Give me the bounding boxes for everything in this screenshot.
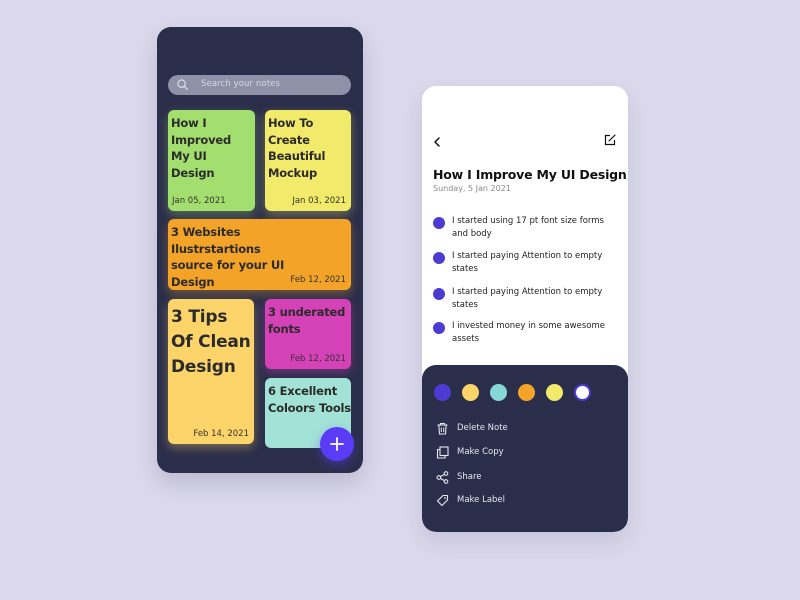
bullet-icon <box>433 322 445 334</box>
delete-note-button[interactable]: Delete Note <box>436 422 586 436</box>
share-icon <box>436 471 449 484</box>
search-icon <box>177 79 188 90</box>
note-date: Sunday, 5 Jan 2021 <box>433 184 511 193</box>
note-date: Feb 12, 2021 <box>290 275 346 285</box>
note-card[interactable]: How To Create Beautiful Mockup Jan 03, 2… <box>265 110 351 211</box>
list-item-text: I started paying Attention to empty stat… <box>452 287 603 310</box>
note-detail-screen: How I Improve My UI Design Sunday, 5 Jan… <box>422 86 628 532</box>
color-swatch-teal[interactable] <box>490 384 507 401</box>
note-card[interactable]: 3 Tips Of Clean Design Feb 14, 2021 <box>168 299 254 444</box>
bullet-icon <box>433 288 445 300</box>
note-card[interactable]: 3 underated fonts Feb 12, 2021 <box>265 299 351 369</box>
note-title: 3 underated fonts <box>268 305 346 336</box>
color-swatch-yellow[interactable] <box>462 384 479 401</box>
list-item-text: I started using 17 pt font size forms an… <box>452 216 604 239</box>
note-date: Feb 14, 2021 <box>193 429 249 439</box>
tag-icon <box>436 494 449 507</box>
copy-icon <box>436 446 449 459</box>
note-date: Feb 12, 2021 <box>290 354 346 364</box>
list-item-text: I started paying Attention to empty stat… <box>452 251 603 274</box>
bullet-icon <box>433 252 445 264</box>
trash-icon <box>437 422 448 435</box>
action-label: Share <box>457 472 482 482</box>
color-swatch-lemon[interactable] <box>546 384 563 401</box>
note-date: Jan 05, 2021 <box>172 196 226 206</box>
search-input[interactable]: Search your notes <box>201 79 280 89</box>
notes-list-screen: Search your notes How I Improved My UI D… <box>157 27 363 473</box>
note-title: 6 Excellent Coloors Tools <box>268 384 351 415</box>
plus-icon <box>330 437 344 451</box>
list-item-text: I invested money in some awesome assets <box>452 321 605 344</box>
color-swatch-orange[interactable] <box>518 384 535 401</box>
action-label: Make Label <box>457 495 506 505</box>
note-title: How I Improve My UI Design <box>433 167 627 182</box>
action-label: Make Copy <box>457 447 504 457</box>
note-card[interactable]: How I Improved My UI Design Jan 05, 2021 <box>168 110 255 211</box>
color-swatch-purple[interactable] <box>434 384 451 401</box>
make-copy-button[interactable]: Make Copy <box>436 446 586 460</box>
make-label-button[interactable]: Make Label <box>436 494 586 508</box>
note-date: Jan 03, 2021 <box>292 196 346 206</box>
action-label: Delete Note <box>457 423 508 433</box>
color-swatch-white[interactable] <box>574 384 591 401</box>
back-icon[interactable] <box>432 136 442 148</box>
note-title: How To Create Beautiful Mockup <box>268 116 326 180</box>
add-note-button[interactable] <box>320 427 354 461</box>
note-card[interactable]: 3 Websites Ilustrstartions source for yo… <box>168 219 351 290</box>
edit-icon[interactable] <box>604 134 616 146</box>
note-title: 3 Websites Ilustrstartions source for yo… <box>171 225 285 289</box>
options-sheet: Delete Note Make Copy Share Make Label <box>422 365 628 532</box>
bullet-icon <box>433 217 445 229</box>
note-title: 3 Tips Of Clean Design <box>171 307 251 377</box>
share-button[interactable]: Share <box>436 471 586 485</box>
note-title: How I Improved My UI Design <box>171 116 231 180</box>
search-bar[interactable]: Search your notes <box>168 75 351 95</box>
